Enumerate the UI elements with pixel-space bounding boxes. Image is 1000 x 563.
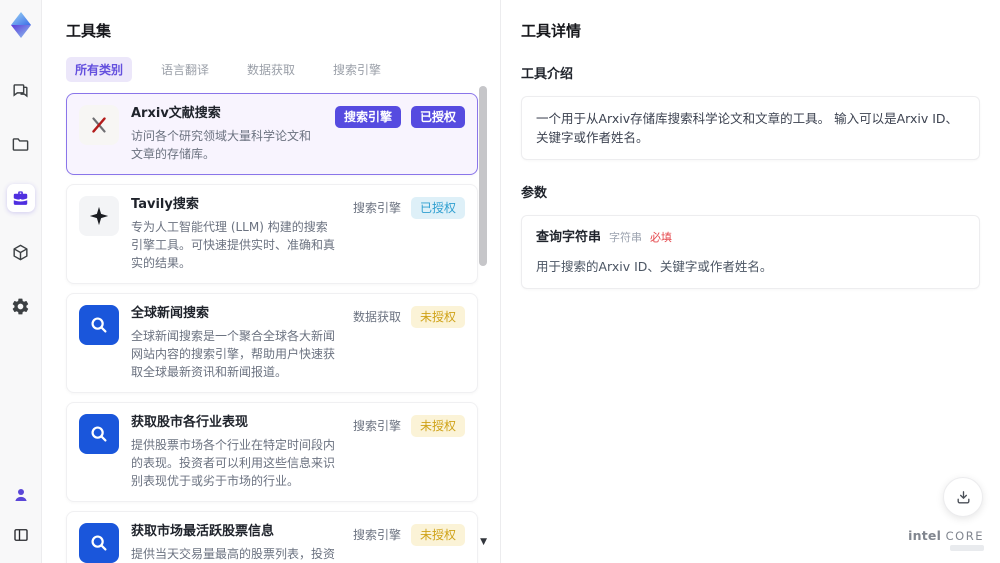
scroll-down-arrow[interactable]: ▼ bbox=[480, 537, 487, 547]
download-button[interactable] bbox=[943, 477, 983, 517]
tool-name: 全球新闻搜索 bbox=[131, 306, 210, 321]
tool-description: 专为人工智能代理 (LLM) 构建的搜索引擎工具。可快速提供实时、准确和真实的结… bbox=[131, 220, 336, 270]
news-search-icon bbox=[79, 305, 119, 345]
param-required-badge: 必填 bbox=[650, 231, 673, 244]
tool-category-badge: 搜索引擎 bbox=[352, 201, 401, 215]
folder-icon bbox=[12, 137, 29, 151]
tool-name: Tavily搜索 bbox=[131, 197, 199, 212]
tool-category-badge: 数据获取 bbox=[352, 310, 401, 324]
tab-translation[interactable]: 语言翻译 bbox=[152, 57, 218, 82]
chat-icon bbox=[13, 83, 28, 98]
tool-detail-panel: 工具详情 工具介绍 一个用于从Arxiv存储库搜索科学论文和文章的工具。 输入可… bbox=[500, 0, 1000, 563]
tool-name: 获取市场最活跃股票信息 bbox=[131, 524, 275, 539]
tool-category-badge: 搜索引擎 bbox=[352, 419, 401, 433]
app-logo bbox=[10, 12, 31, 38]
sidebar-item-tools[interactable] bbox=[6, 184, 35, 212]
intro-heading: 工具介绍 bbox=[521, 67, 574, 82]
sidebar-item-collapse[interactable] bbox=[7, 521, 35, 549]
tab-data[interactable]: 数据获取 bbox=[238, 57, 304, 82]
tool-description: 提供当天交易量最高的股票列表，投资者可以利用这些信息来识别流动性强的股票和潜在的… bbox=[131, 547, 336, 561]
category-tabs: 所有类别 语言翻译 数据获取 搜索引擎 bbox=[66, 57, 478, 82]
sidebar-item-chat[interactable] bbox=[7, 76, 35, 104]
sidebar-item-files[interactable] bbox=[7, 130, 35, 158]
tool-auth-badge: 未授权 bbox=[410, 524, 465, 546]
intel-core-badge: intel CORE bbox=[908, 528, 984, 551]
page-title: 工具集 bbox=[66, 22, 112, 40]
param-box: 查询字符串 字符串 必填 用于搜索的Arxiv ID、关键字或作者姓名。 bbox=[521, 215, 980, 289]
brand-sub-bar bbox=[950, 545, 984, 551]
panel-toggle-icon bbox=[13, 529, 28, 541]
tool-category-badge: 搜索引擎 bbox=[352, 528, 401, 542]
tool-card-arxiv[interactable]: Arxiv文献搜索 访问各个研究领域大量科学论文和文章的存储库。 搜索引擎 已授… bbox=[66, 93, 478, 175]
tool-category-badge: 搜索引擎 bbox=[334, 106, 401, 128]
tool-list: Arxiv文献搜索 访问各个研究领域大量科学论文和文章的存储库。 搜索引擎 已授… bbox=[66, 93, 478, 563]
arxiv-icon bbox=[79, 105, 119, 145]
stock-icon bbox=[79, 523, 119, 563]
tavily-icon bbox=[79, 196, 119, 236]
briefcase-icon bbox=[13, 190, 28, 205]
tool-auth-badge: 已授权 bbox=[410, 197, 465, 219]
tab-search[interactable]: 搜索引擎 bbox=[324, 57, 390, 82]
sidebar-bottom bbox=[7, 481, 35, 549]
tool-card-tavily[interactable]: Tavily搜索 专为人工智能代理 (LLM) 构建的搜索引擎工具。可快速提供实… bbox=[66, 184, 478, 284]
intro-text: 一个用于从Arxiv存储库搜索科学论文和文章的工具。 输入可以是Arxiv ID… bbox=[536, 111, 959, 145]
cube-icon bbox=[13, 244, 28, 260]
detail-title: 工具详情 bbox=[521, 22, 582, 40]
sidebar-nav bbox=[6, 76, 35, 320]
sidebar bbox=[0, 0, 42, 563]
brand-core: CORE bbox=[945, 529, 984, 543]
tool-name: 获取股市各行业表现 bbox=[131, 415, 249, 430]
param-description: 用于搜索的Arxiv ID、关键字或作者姓名。 bbox=[536, 259, 773, 274]
sidebar-item-account[interactable] bbox=[7, 481, 35, 509]
download-icon bbox=[957, 490, 969, 503]
tool-name: Arxiv文献搜索 bbox=[131, 106, 221, 121]
param-name: 查询字符串 bbox=[536, 230, 602, 245]
intro-box: 一个用于从Arxiv存储库搜索科学论文和文章的工具。 输入可以是Arxiv ID… bbox=[521, 96, 980, 160]
tool-auth-badge: 未授权 bbox=[410, 415, 465, 437]
sidebar-item-models[interactable] bbox=[7, 238, 35, 266]
brand-intel: intel bbox=[908, 528, 942, 543]
tool-card-sector-performance[interactable]: 获取股市各行业表现 提供股票市场各个行业在特定时间段内的表现。投资者可以利用这些… bbox=[66, 402, 478, 502]
tool-description: 全球新闻搜索是一个聚合全球各大新闻网站内容的搜索引擎，帮助用户快速获取全球最新资… bbox=[131, 329, 336, 379]
gear-icon bbox=[12, 298, 29, 314]
tool-card-most-active-stocks[interactable]: 获取市场最活跃股票信息 提供当天交易量最高的股票列表，投资者可以利用这些信息来识… bbox=[66, 511, 478, 563]
stock-icon bbox=[79, 414, 119, 454]
tool-card-global-news[interactable]: 全球新闻搜索 全球新闻搜索是一个聚合全球各大新闻网站内容的搜索引擎，帮助用户快速… bbox=[66, 293, 478, 393]
scrollbar-thumb[interactable] bbox=[479, 86, 487, 266]
sidebar-item-settings[interactable] bbox=[7, 292, 35, 320]
tool-description: 访问各个研究领域大量科学论文和文章的存储库。 bbox=[131, 129, 312, 161]
tool-list-panel: 工具集 所有类别 语言翻译 数据获取 搜索引擎 Arxiv文献搜索 访问各个研究领域大… bbox=[42, 0, 500, 563]
tool-auth-badge: 已授权 bbox=[410, 106, 465, 128]
params-heading: 参数 bbox=[521, 186, 548, 201]
tab-all[interactable]: 所有类别 bbox=[66, 57, 133, 82]
app-window: 工具集 所有类别 语言翻译 数据获取 搜索引擎 Arxiv文献搜索 访问各个研究领域大… bbox=[0, 0, 1000, 563]
user-icon bbox=[14, 489, 27, 501]
param-type: 字符串 bbox=[609, 231, 643, 244]
tool-auth-badge: 未授权 bbox=[410, 306, 465, 328]
tool-description: 提供股票市场各个行业在特定时间段内的表现。投资者可以利用这些信息来识别表现优于或… bbox=[131, 438, 336, 488]
